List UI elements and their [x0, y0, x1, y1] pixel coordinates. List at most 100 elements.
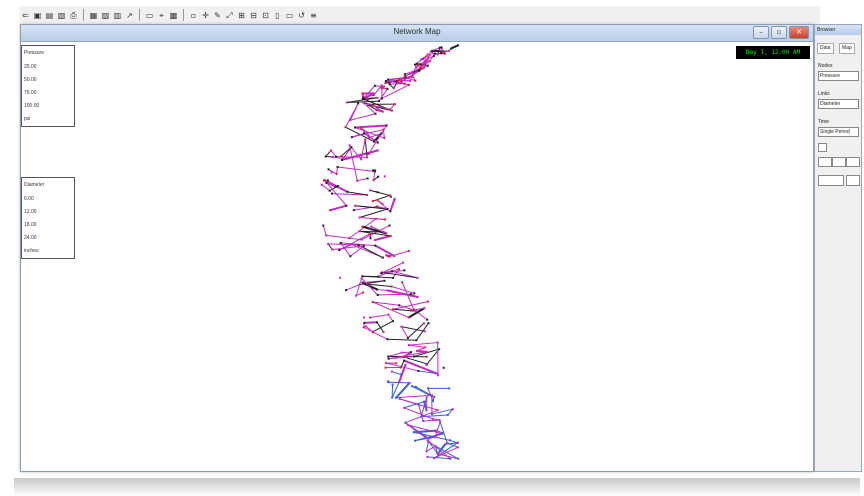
junction-node[interactable]	[451, 408, 454, 411]
junction-node[interactable]	[440, 46, 443, 49]
junction-node[interactable]	[325, 234, 328, 237]
junction-node[interactable]	[327, 242, 330, 245]
junction-node[interactable]	[387, 381, 390, 384]
junction-node[interactable]	[389, 210, 392, 213]
junction-node[interactable]	[344, 126, 347, 129]
junction-node[interactable]	[425, 350, 428, 353]
junction-node[interactable]	[349, 255, 352, 258]
toolbar-button[interactable]: ▨	[101, 10, 110, 21]
junction-node[interactable]	[398, 381, 401, 384]
junction-node[interactable]	[334, 186, 337, 189]
toolbar-button[interactable]: ✎	[213, 10, 222, 21]
junction-node[interactable]	[449, 439, 452, 442]
junction-node[interactable]	[381, 256, 384, 259]
junction-node[interactable]	[422, 322, 425, 325]
pipe-link[interactable]	[370, 314, 389, 319]
junction-node[interactable]	[408, 76, 411, 79]
pipe-link[interactable]	[389, 198, 396, 212]
map-titlebar[interactable]: Network Map – ▫ ✕	[21, 25, 813, 42]
junction-node[interactable]	[403, 75, 406, 78]
junction-node[interactable]	[425, 363, 428, 366]
junction-node[interactable]	[376, 205, 379, 208]
junction-node[interactable]	[403, 406, 406, 409]
junction-node[interactable]	[406, 423, 409, 426]
junction-node[interactable]	[391, 396, 394, 399]
junction-node[interactable]	[335, 172, 338, 175]
junction-node[interactable]	[402, 261, 405, 264]
junction-node[interactable]	[361, 225, 364, 228]
toolbar-button[interactable]: ▣	[33, 10, 42, 21]
junction-node[interactable]	[394, 103, 397, 106]
pipe-link[interactable]	[401, 326, 425, 332]
junction-node[interactable]	[382, 85, 385, 88]
toolbar-button[interactable]: ▫	[189, 10, 198, 21]
junction-node[interactable]	[360, 238, 363, 241]
junction-node[interactable]	[414, 79, 417, 82]
junction-node[interactable]	[368, 233, 371, 236]
junction-node[interactable]	[446, 441, 449, 444]
pipe-link[interactable]	[350, 113, 376, 121]
junction-node[interactable]	[361, 281, 364, 284]
junction-node[interactable]	[357, 243, 360, 246]
junction-node[interactable]	[391, 383, 394, 386]
junction-node[interactable]	[366, 177, 369, 180]
junction-node[interactable]	[324, 155, 327, 158]
junction-node[interactable]	[442, 366, 445, 369]
junction-node[interactable]	[363, 98, 366, 101]
junction-node[interactable]	[374, 169, 377, 172]
junction-node[interactable]	[423, 435, 426, 438]
junction-node[interactable]	[421, 67, 424, 70]
junction-node[interactable]	[412, 355, 415, 358]
junction-node[interactable]	[422, 419, 425, 422]
junction-node[interactable]	[381, 202, 384, 205]
animate-back-button[interactable]	[818, 157, 832, 167]
junction-node[interactable]	[384, 82, 387, 85]
junction-node[interactable]	[410, 75, 413, 78]
junction-node[interactable]	[376, 288, 379, 291]
junction-node[interactable]	[410, 351, 413, 354]
junction-node[interactable]	[416, 296, 419, 299]
junction-node[interactable]	[362, 326, 365, 329]
junction-node[interactable]	[433, 457, 436, 460]
junction-node[interactable]	[432, 54, 435, 57]
animate-forward-button[interactable]	[846, 157, 860, 167]
junction-node[interactable]	[362, 291, 365, 294]
junction-node[interactable]	[390, 285, 393, 288]
junction-node[interactable]	[360, 277, 363, 280]
junction-node[interactable]	[412, 431, 415, 434]
junction-node[interactable]	[440, 52, 443, 55]
toolbar-button[interactable]: ⊡	[261, 10, 270, 21]
toolbar-button[interactable]: ↗	[125, 10, 134, 21]
junction-node[interactable]	[383, 279, 386, 282]
junction-node[interactable]	[415, 62, 418, 65]
junction-node[interactable]	[438, 419, 441, 422]
junction-node[interactable]	[369, 316, 372, 319]
junction-node[interactable]	[425, 450, 428, 453]
junction-node[interactable]	[426, 53, 429, 56]
junction-node[interactable]	[426, 64, 429, 67]
junction-node[interactable]	[413, 292, 416, 295]
junction-node[interactable]	[369, 237, 372, 240]
junction-node[interactable]	[395, 396, 398, 399]
pipe-link[interactable]	[400, 326, 409, 339]
pipe-link[interactable]	[361, 277, 379, 296]
junction-node[interactable]	[372, 92, 375, 95]
junction-node[interactable]	[420, 415, 423, 418]
junction-node[interactable]	[420, 58, 423, 61]
junction-node[interactable]	[377, 275, 380, 278]
toolbar-button[interactable]: ▤	[45, 10, 54, 21]
pipe-link[interactable]	[374, 244, 395, 257]
junction-node[interactable]	[384, 366, 387, 369]
junction-node[interactable]	[407, 316, 410, 319]
junction-node[interactable]	[376, 293, 379, 296]
pipe-link[interactable]	[323, 179, 348, 193]
junction-node[interactable]	[386, 87, 389, 90]
junction-node[interactable]	[407, 249, 410, 252]
toolbar-button[interactable]: ≡	[309, 10, 318, 21]
junction-node[interactable]	[345, 157, 348, 160]
junction-node[interactable]	[437, 374, 440, 377]
pipe-link[interactable]	[423, 419, 440, 422]
junction-node[interactable]	[363, 321, 366, 324]
junction-node[interactable]	[433, 52, 436, 55]
junction-node[interactable]	[424, 346, 427, 349]
